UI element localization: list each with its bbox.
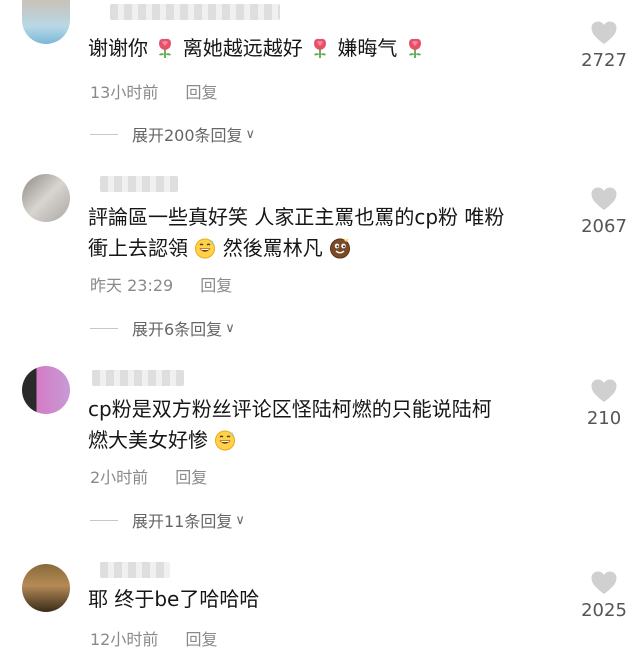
like-button[interactable]: 210 [574,378,634,429]
comment-text-part: 谢谢你 [88,36,148,60]
chevron-down-icon: ∨ [235,512,245,528]
like-count: 2727 [581,50,627,71]
avatar[interactable] [22,174,70,222]
comment-text-part: 衝上去認領 [88,236,188,260]
comment-text-line: 衝上去認領 然後罵林凡 [88,233,568,264]
divider [90,519,118,521]
comment-text-part: 然後罵林凡 [222,236,323,260]
comment-meta: 2小时前 回复 [90,464,207,488]
like-count: 210 [586,408,622,429]
comment-time: 昨天 23:29 [90,276,174,295]
comment-text-line: cp粉是双方粉丝评论区怪陆柯燃的只能说陆柯 [88,397,492,421]
comment-item: cp粉是双方粉丝评论区怪陆柯燃的只能说陆柯 燃大美女好惨 2小时前 回复 展开1… [0,362,640,542]
comment-text-part: 燃大美女好惨 [88,428,208,452]
heart-icon [590,20,618,46]
avatar[interactable] [22,366,70,414]
username[interactable] [92,370,184,386]
comment-meta: 13小时前 回复 [90,79,217,103]
comment-text: 耶 终于be了哈哈哈 [88,584,568,615]
expand-replies-button[interactable]: 展开6条回复 ∨ [90,316,235,340]
comment-item: 評論區一些真好笑 人家正主罵也罵的cp粉 唯粉 衝上去認領 然後罵林凡 昨天 2… [0,168,640,348]
expand-replies-button[interactable]: 展开200条回复 ∨ [90,122,255,146]
expand-replies-label: 展开6条回复 [132,320,223,339]
comment-meta: 昨天 23:29 回复 [90,272,232,296]
smirk-emoji-icon [329,237,351,259]
username[interactable] [100,562,170,578]
comment-item: 谢谢你 离她越远越好 嫌晦气 13小时前 回复 展开200条回复 ∨ 2727 [0,0,640,160]
comment-text-part: 耶 终于be了哈哈哈 [88,587,260,611]
like-button[interactable]: 2727 [574,20,634,71]
comment-text-line: 燃大美女好惨 [88,425,568,456]
reply-button[interactable]: 回复 [200,276,232,295]
heart-icon [590,186,618,212]
reply-button[interactable]: 回复 [175,468,207,487]
comment-text: cp粉是双方粉丝评论区怪陆柯燃的只能说陆柯 燃大美女好惨 [88,394,568,456]
chevron-down-icon: ∨ [225,320,235,336]
comment-text-part: 离她越远越好 [182,36,303,60]
reply-button[interactable]: 回复 [185,630,217,649]
comment-text: 谢谢你 离她越远越好 嫌晦气 [88,33,568,64]
expand-replies-button[interactable]: 展开11条回复 ∨ [90,508,245,532]
like-button[interactable]: 2067 [574,186,634,237]
rose-emoji-icon [404,37,426,59]
like-count: 2025 [581,600,627,621]
comment-time: 2小时前 [90,468,149,487]
comment-feed: 谢谢你 离她越远越好 嫌晦气 13小时前 回复 展开200条回复 ∨ 2727 … [0,0,640,649]
heart-icon [590,570,618,596]
comment-text-line: 評論區一些真好笑 人家正主罵也罵的cp粉 唯粉 [88,205,505,229]
reply-button[interactable]: 回复 [185,83,217,102]
divider [90,327,118,329]
comment-text-part: 嫌晦气 [337,36,398,60]
comment-item: 耶 终于be了哈哈哈 12小时前 回复 2025 [0,556,640,649]
like-count: 2067 [581,216,627,237]
sweat-smile-emoji-icon [194,237,216,259]
avatar[interactable] [22,0,70,44]
sweat-smile-emoji-icon [214,429,236,451]
chevron-down-icon: ∨ [245,126,256,142]
comment-meta: 12小时前 回复 [90,626,217,649]
comment-text: 評論區一些真好笑 人家正主罵也罵的cp粉 唯粉 衝上去認領 然後罵林凡 [88,202,568,264]
heart-icon [590,378,618,404]
username[interactable] [110,4,280,20]
divider [90,133,118,135]
rose-emoji-icon [154,37,176,59]
like-button[interactable]: 2025 [574,570,634,621]
username[interactable] [100,176,178,192]
avatar[interactable] [22,564,70,612]
comment-time: 13小时前 [90,83,159,102]
expand-replies-label: 展开200条回复 [132,126,243,145]
comment-time: 12小时前 [90,630,159,649]
expand-replies-label: 展开11条回复 [132,512,233,531]
rose-emoji-icon [309,37,331,59]
